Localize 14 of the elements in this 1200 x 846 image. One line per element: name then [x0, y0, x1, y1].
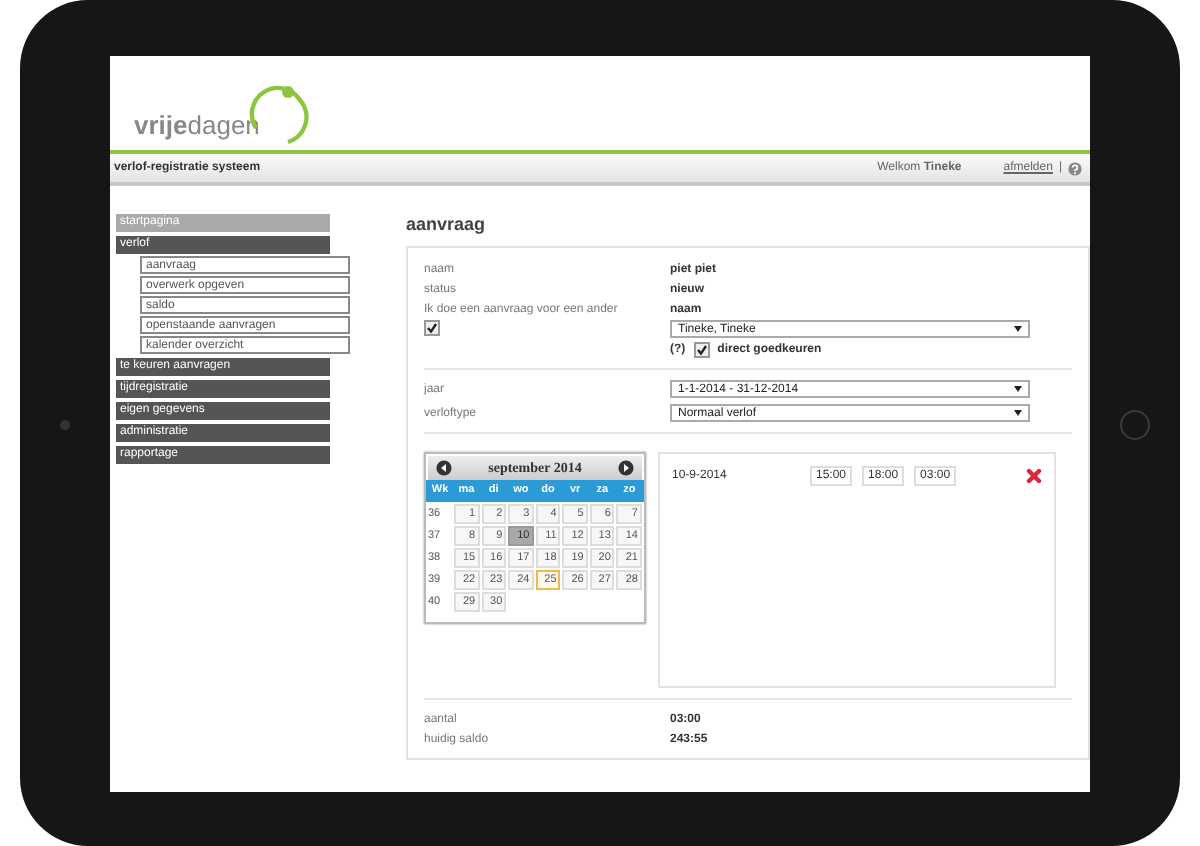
help-icon[interactable] [1068, 161, 1082, 175]
delete-icon[interactable] [1026, 468, 1042, 484]
logo-text: vrijedagen [134, 112, 260, 144]
caret-icon [1014, 410, 1022, 416]
previous-icon[interactable] [436, 460, 452, 476]
caret-icon [1014, 386, 1022, 392]
checkbox[interactable] [693, 342, 710, 358]
checkbox[interactable] [424, 320, 440, 336]
page-title: aanvraag [406, 214, 488, 234]
checkmark-icon [695, 344, 708, 356]
camera-icon [60, 419, 70, 429]
caret-icon [1014, 326, 1022, 332]
next-icon[interactable] [617, 460, 634, 476]
checkmark-icon [426, 322, 438, 334]
